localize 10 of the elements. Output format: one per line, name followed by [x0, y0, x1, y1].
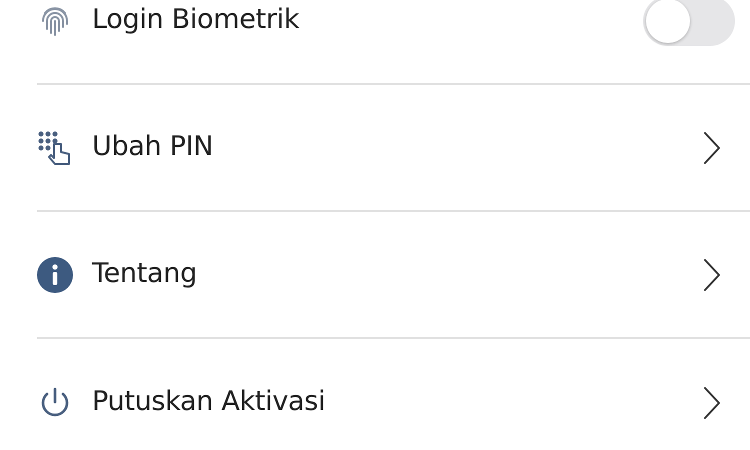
chevron-right-icon[interactable]: [702, 130, 722, 166]
chevron-right-icon[interactable]: [702, 256, 722, 292]
info-icon: [37, 256, 73, 292]
toggle-switch[interactable]: [643, 0, 735, 46]
setting-label: Tentang: [92, 257, 198, 292]
setting-label: Login Biometrik: [92, 3, 300, 38]
keypad-icon: [37, 130, 73, 166]
chevron-right-icon[interactable]: [702, 384, 722, 420]
setting-label: Ubah PIN: [92, 130, 214, 164]
setting-label: Putuskan Aktivasi: [92, 385, 326, 420]
